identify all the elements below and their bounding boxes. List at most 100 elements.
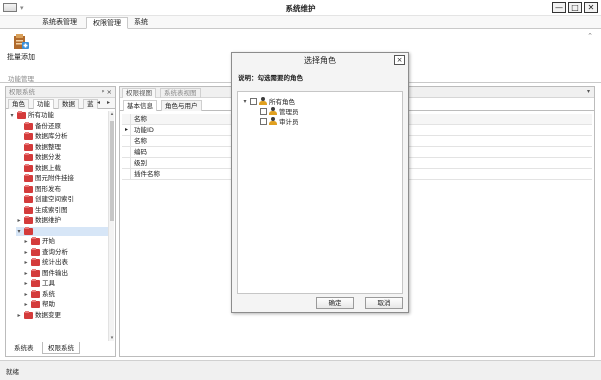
role-item-admin[interactable]: 管理员 [260, 106, 299, 116]
tree-item[interactable]: 图形发布 [16, 184, 61, 194]
maximize-button[interactable]: □ [568, 2, 582, 13]
collapse-icon[interactable]: ▾ [242, 98, 248, 105]
tree-item-label: 数据变更 [35, 310, 61, 319]
close-button[interactable]: ✕ [584, 2, 598, 13]
tree-item[interactable]: ▸ 数据维护 [16, 216, 61, 225]
tree-item[interactable]: 数据库分析 [16, 132, 68, 141]
expand-icon[interactable]: ▸ [23, 237, 29, 246]
tree-item[interactable]: ▸ 查询分析 [23, 247, 68, 257]
tree-item-label: 所有功能 [28, 111, 54, 119]
function-folder-icon [24, 163, 33, 172]
tree-item-label: 数据整理 [35, 142, 61, 151]
function-folder-icon [24, 153, 33, 161]
tree-item[interactable]: ▸ 统计出表 [23, 258, 68, 267]
tree-item-label: 统计出表 [42, 258, 68, 266]
function-folder-icon [24, 184, 33, 193]
grid-row-label: 编码 [134, 148, 147, 156]
tabs-scroll-right-icon[interactable]: ▸ [107, 99, 110, 106]
tree-item-label: 备份还原 [35, 121, 61, 130]
role-checkbox[interactable] [260, 107, 267, 115]
tab-basic-info[interactable]: 基本信息 [123, 100, 157, 111]
expand-icon[interactable]: ▸ [23, 258, 29, 267]
tab-role[interactable]: 角色 [8, 99, 29, 109]
status-bar: 就绪 [0, 360, 601, 380]
tree-item[interactable]: 数据整理 [16, 142, 61, 152]
scroll-thumb[interactable] [110, 121, 114, 221]
tree-item-label: 数据分发 [35, 153, 61, 161]
tab-roles-and-users[interactable]: 角色与用户 [161, 100, 202, 111]
scroll-down-icon[interactable]: ▾ [109, 335, 115, 341]
function-folder-icon [31, 289, 40, 298]
window-title: 系统维护 [285, 4, 316, 13]
collapse-icon[interactable]: ▾ [9, 111, 15, 120]
document-list-icon[interactable]: ▾ [587, 88, 590, 95]
ok-button[interactable]: 确定 [316, 297, 354, 309]
tree-item[interactable]: 创建空间索引 [16, 195, 74, 204]
function-folder-icon [31, 258, 40, 266]
expand-icon[interactable]: ▸ [16, 216, 22, 225]
tab-more[interactable]: 蓝 [83, 99, 98, 109]
role-checkbox[interactable] [260, 117, 267, 125]
dialog-close-button[interactable]: × [394, 55, 405, 65]
tree-item[interactable]: ▾ 所有功能 [9, 111, 54, 120]
expand-icon[interactable]: ▸ [23, 290, 29, 299]
status-text: 就绪 [6, 368, 19, 376]
tree-item-label: 图元附件挂接 [35, 174, 74, 182]
tree-item[interactable]: 图元附件挂接 [16, 174, 74, 183]
ribbon-group-label: 功能管理 [8, 75, 34, 83]
tab-system-table-management[interactable]: 系统表管理 [36, 17, 83, 29]
tree-item[interactable]: ▸ 工具 [23, 279, 55, 288]
tree-item[interactable]: ▾ [16, 226, 109, 236]
role-label: 审计员 [279, 118, 299, 126]
tree-item[interactable]: ▸ 图件输出 [23, 268, 68, 278]
tree-item-label: 创建空间索引 [35, 195, 74, 203]
tree-scrollbar[interactable]: ▴ ▾ [108, 111, 114, 341]
expand-icon[interactable]: ▸ [23, 279, 29, 288]
tree-item[interactable]: 数据上载 [16, 163, 61, 173]
tab-system-table[interactable]: 系统表 [9, 342, 39, 354]
tab-system[interactable]: 系统 [128, 17, 154, 29]
left-panel-tabs: 角色 功能 数据 蓝 ◂ ▸ [6, 98, 115, 109]
tree-item[interactable]: 数据分发 [16, 153, 61, 162]
cancel-button[interactable]: 取消 [365, 297, 403, 309]
tree-item-label: 图形发布 [35, 184, 61, 193]
batch-add-button[interactable]: 批量添加 [4, 32, 38, 68]
function-folder-icon [31, 268, 40, 277]
role-checkbox[interactable] [250, 97, 257, 105]
expand-icon[interactable]: ▸ [23, 248, 29, 257]
tabs-scroll-left-icon[interactable]: ◂ [97, 99, 100, 106]
tab-permission-management[interactable]: 权限管理 [86, 17, 128, 29]
role-tree: ▾ 所有角色 管理员 审计员 [237, 91, 403, 294]
role-item-auditor[interactable]: 审计员 [260, 116, 299, 126]
tree-item[interactable]: ▸ 系统 [23, 289, 55, 299]
expand-icon[interactable]: ▸ [23, 269, 29, 278]
batch-add-icon [12, 32, 30, 50]
tab-permission-system[interactable]: 权限系统 [42, 342, 80, 354]
collapse-ribbon-icon[interactable]: ⌃ [587, 32, 593, 40]
tab-permission-view[interactable]: 权限视图 [122, 88, 156, 98]
tree-item[interactable]: ▸ 数据变更 [16, 310, 61, 320]
tree-item-label: 数据维护 [35, 216, 61, 224]
tree-item[interactable]: 备份还原 [16, 121, 61, 131]
function-folder-icon [24, 226, 33, 235]
minimize-button[interactable]: — [552, 2, 566, 13]
function-folder-icon [24, 174, 33, 182]
function-folder-icon [31, 247, 40, 256]
collapse-icon[interactable]: ▾ [16, 227, 22, 236]
role-tree-root[interactable]: ▾ 所有角色 [242, 96, 295, 106]
row-marker-icon: ▸ [125, 126, 129, 133]
expand-icon[interactable]: ▸ [16, 311, 22, 320]
role-user-icon [269, 107, 277, 115]
expand-icon[interactable]: ▸ [23, 300, 29, 309]
function-folder-icon [24, 205, 33, 214]
tab-function[interactable]: 功能 [33, 99, 54, 109]
tab-system-table-view[interactable]: 系统表视图 [160, 88, 201, 98]
batch-add-label: 批量添加 [7, 53, 35, 61]
tree-item[interactable]: 生成索引图 [16, 205, 68, 215]
scroll-up-icon[interactable]: ▴ [109, 111, 115, 117]
tree-item[interactable]: ▸ 开始 [23, 237, 55, 246]
function-folder-icon [17, 111, 26, 119]
tab-data[interactable]: 数据 [58, 99, 79, 109]
tree-item[interactable]: ▸ 帮助 [23, 300, 55, 309]
pin-icon[interactable]: ᵖ × [102, 87, 112, 98]
